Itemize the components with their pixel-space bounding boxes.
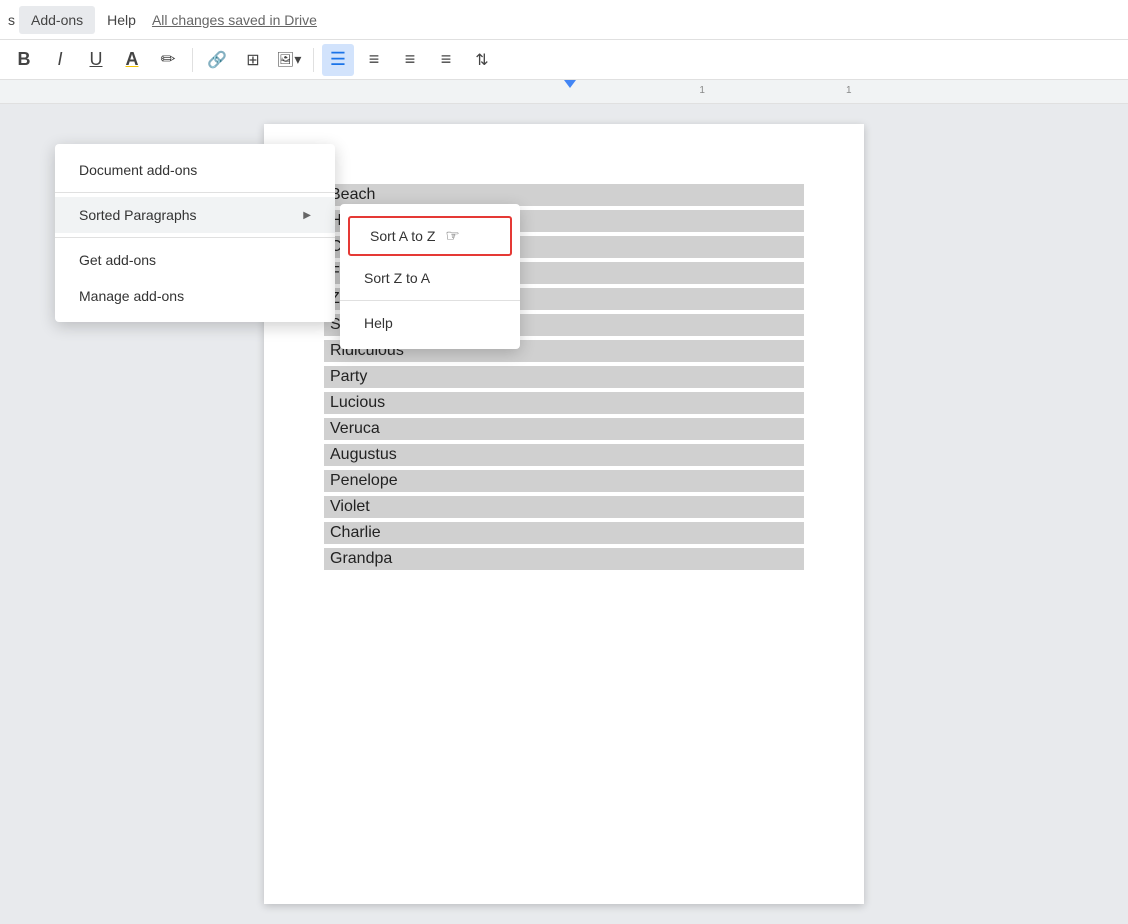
- sorted-paragraphs-submenu: Sort A to Z ☞ Sort Z to A Help: [340, 204, 520, 349]
- list-item: Party: [324, 366, 804, 388]
- sort-z-to-a-item[interactable]: Sort Z to A: [340, 260, 520, 296]
- italic-button[interactable]: I: [44, 44, 76, 76]
- main-area: BeachHouseChurchFirehouseZebraSandalsRid…: [0, 104, 1128, 924]
- menu-item-help[interactable]: Help: [95, 6, 148, 34]
- menu-ellipsis: s: [8, 12, 15, 28]
- link-button[interactable]: 🔗: [201, 44, 233, 76]
- list-item: Charlie: [324, 522, 804, 544]
- ruler-triangle: [564, 80, 576, 88]
- list-item: Lucious: [324, 392, 804, 414]
- toolbar: B I U A ✏ 🔗 ⊞ 🖼▾ ☰ ≡ ≡ ≡ ⇅: [0, 40, 1128, 80]
- ruler: 1 1: [0, 80, 1128, 104]
- menu-bar: s Add-ons Help All changes saved in Driv…: [0, 0, 1128, 40]
- align-justify-button[interactable]: ≡: [430, 44, 462, 76]
- underline-button[interactable]: U: [80, 44, 112, 76]
- dropdown-item-document-addons[interactable]: Document add-ons: [55, 152, 335, 188]
- bold-button[interactable]: B: [8, 44, 40, 76]
- list-item: Grandpa: [324, 548, 804, 570]
- menu-item-addons[interactable]: Add-ons: [19, 6, 95, 34]
- line-spacing-button[interactable]: ⇅: [466, 44, 498, 76]
- list-item: Beach: [324, 184, 804, 206]
- toolbar-divider-2: [313, 48, 314, 72]
- ruler-mark-2: 1: [846, 85, 852, 96]
- align-center-button[interactable]: ≡: [358, 44, 390, 76]
- dropdown-item-get-addons[interactable]: Get add-ons: [55, 242, 335, 278]
- dropdown-item-sorted-paragraphs[interactable]: Sorted Paragraphs ▶: [55, 197, 335, 233]
- ruler-mark-1: 1: [699, 85, 705, 96]
- submenu-divider: [340, 300, 520, 301]
- align-left-button[interactable]: ☰: [322, 44, 354, 76]
- list-item: Penelope: [324, 470, 804, 492]
- dropdown-item-manage-addons[interactable]: Manage add-ons: [55, 278, 335, 314]
- addons-primary-dropdown: Document add-ons Sorted Paragraphs ▶ Get…: [55, 144, 335, 322]
- submenu-help-item[interactable]: Help: [340, 305, 520, 341]
- list-item: Violet: [324, 496, 804, 518]
- arrow-icon: ▶: [303, 210, 311, 221]
- dropdown-divider-1: [55, 192, 335, 193]
- align-right-button[interactable]: ≡: [394, 44, 426, 76]
- toolbar-divider-1: [192, 48, 193, 72]
- insert-button[interactable]: ⊞: [237, 44, 269, 76]
- dropdown-divider-2: [55, 237, 335, 238]
- list-item: Augustus: [324, 444, 804, 466]
- image-button[interactable]: 🖼▾: [273, 44, 305, 76]
- list-item: Veruca: [324, 418, 804, 440]
- cursor-icon: ☞: [445, 226, 459, 246]
- highlight-button[interactable]: ✏: [152, 44, 184, 76]
- save-status: All changes saved in Drive: [152, 12, 317, 28]
- sort-a-to-z-item[interactable]: Sort A to Z ☞: [348, 216, 512, 256]
- font-color-button[interactable]: A: [116, 44, 148, 76]
